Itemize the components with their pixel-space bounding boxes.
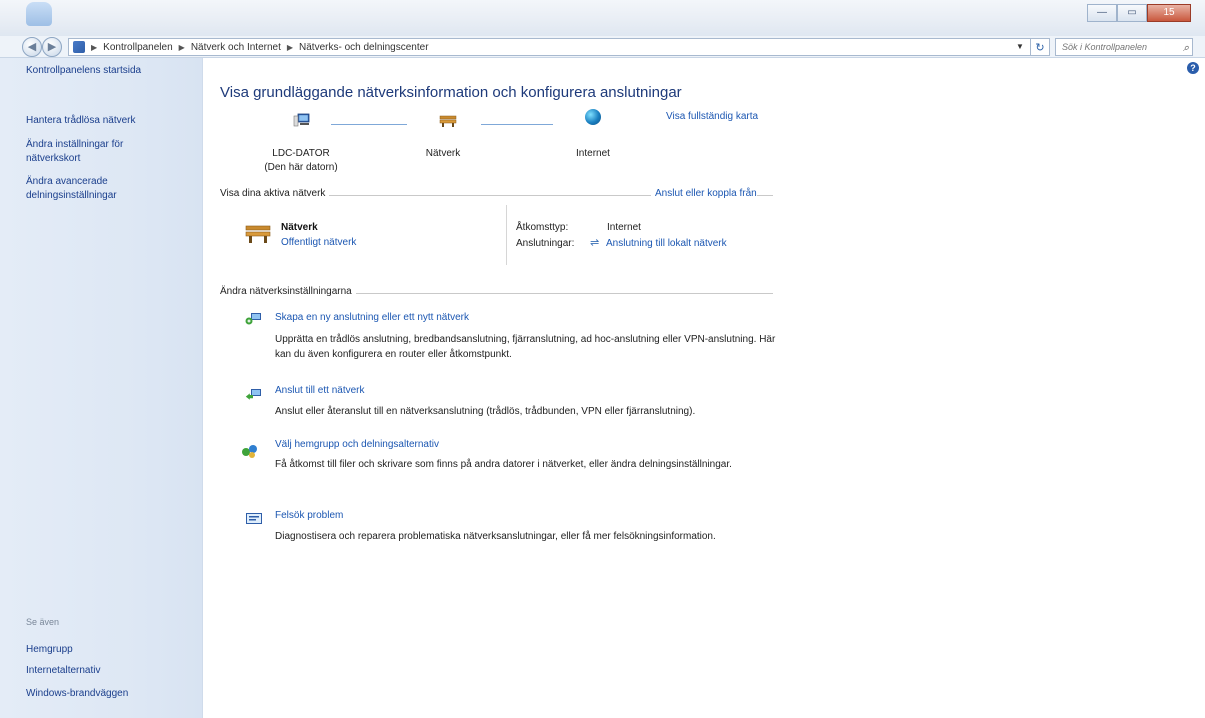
vertical-divider [506, 205, 507, 265]
ethernet-connection-icon: ⇌ [590, 237, 600, 249]
active-network-name: Nätverk [281, 222, 318, 233]
troubleshoot-icon [246, 513, 262, 524]
network-bench-icon [245, 225, 271, 243]
sidebar-item-home[interactable]: Kontrollpanelens startsida [26, 64, 186, 78]
internet-globe-icon [585, 109, 601, 125]
computer-subtitle: (Den här datorn) [264, 162, 338, 173]
close-button[interactable]: 15 [1147, 4, 1191, 22]
window-controls: — ▭ 15 [1087, 4, 1191, 24]
sidebar: Kontrollpanelens startsida Hantera trådl… [0, 58, 203, 718]
title-bar: — ▭ 15 [0, 0, 1205, 36]
sidebar-item-firewall[interactable]: Windows-brandväggen [26, 687, 186, 701]
search-box[interactable]: ⌕ [1055, 38, 1193, 56]
map-connector-line [331, 124, 407, 125]
breadcrumb-network-sharing-center[interactable]: Nätverks- och delningscenter [299, 42, 429, 53]
search-icon[interactable]: ⌕ [1183, 40, 1189, 56]
map-connector-line [481, 124, 553, 125]
active-networks-heading: Visa dina aktiva nätverk [220, 188, 330, 199]
sidebar-item-homegroup[interactable]: Hemgrupp [26, 643, 186, 657]
see-also-title: Se även [26, 617, 60, 627]
computer-icon [293, 113, 310, 127]
search-input[interactable] [1062, 42, 1172, 52]
network-bench-icon [439, 115, 457, 127]
new-connection-icon [245, 313, 261, 325]
main-content: ? Visa grundläggande nätverksinformation… [203, 58, 1205, 718]
maximize-button[interactable]: ▭ [1117, 4, 1147, 22]
task-create-connection-link[interactable]: Skapa en ny anslutning eller ett nytt nä… [275, 312, 469, 323]
forward-button[interactable]: ▶ [42, 37, 62, 57]
network-type-link[interactable]: Offentligt nätverk [281, 237, 356, 248]
task-create-connection-desc: Upprätta en trådlös anslutning, bredband… [275, 334, 776, 360]
full-map-link[interactable]: Visa fullständig karta [666, 111, 758, 122]
task-homegroup-link[interactable]: Välj hemgrupp och delningsalternativ [275, 439, 439, 450]
refresh-icon[interactable]: ↻ [1030, 38, 1050, 56]
chevron-right-icon: ▶ [286, 42, 294, 52]
access-type-value: Internet [607, 222, 641, 233]
connect-disconnect-link[interactable]: Anslut eller koppla från [651, 188, 757, 199]
homegroup-icon [242, 445, 257, 458]
control-panel-icon [73, 41, 85, 53]
sidebar-item-wireless[interactable]: Hantera trådlösa nätverk [26, 114, 186, 128]
back-button[interactable]: ◀ [22, 37, 42, 57]
chevron-right-icon: ▶ [91, 42, 98, 52]
sidebar-item-advanced-sharing[interactable]: Ändra avancerade delningsinställningar [26, 175, 156, 203]
map-node-network[interactable]: Nätverk [408, 148, 478, 159]
task-troubleshoot-link[interactable]: Felsök problem [275, 510, 343, 521]
breadcrumb-network-internet[interactable]: Nätverk och Internet [191, 42, 281, 53]
connections-label: Anslutningar: [516, 238, 575, 249]
sidebar-item-internet-options[interactable]: Internetalternativ [26, 664, 186, 678]
local-connection-link[interactable]: Anslutning till lokalt nätverk [606, 238, 727, 249]
map-node-computer[interactable]: LDC-DATOR (Den här datorn) [251, 148, 351, 173]
change-settings-heading: Ändra nätverksinställningarna [220, 286, 356, 297]
task-homegroup-desc: Få åtkomst till filer och skrivare som f… [275, 459, 732, 470]
connect-network-icon [245, 389, 261, 400]
minimize-button[interactable]: — [1087, 4, 1117, 22]
sidebar-item-adapter-settings[interactable]: Ändra inställningar för nätverkskort [26, 138, 156, 166]
task-troubleshoot-desc: Diagnostisera och reparera problematiska… [275, 531, 716, 542]
computer-name: LDC-DATOR [272, 148, 330, 159]
address-bar[interactable]: ▶ Kontrollpanelen ▶ Nätverk och Internet… [68, 38, 1038, 56]
chevron-right-icon: ▶ [178, 42, 185, 52]
address-dropdown-icon[interactable]: ▼ [1013, 38, 1027, 56]
address-bar-row: ◀ ▶ ▶ Kontrollpanelen ▶ Nätverk och Inte… [0, 36, 1205, 58]
map-node-internet[interactable]: Internet [558, 148, 628, 159]
window-glass-icon [26, 2, 52, 26]
task-connect-network-desc: Anslut eller återanslut till en nätverks… [275, 406, 696, 417]
help-icon[interactable]: ? [1187, 62, 1199, 74]
page-title: Visa grundläggande nätverksinformation o… [220, 84, 682, 101]
task-connect-network-link[interactable]: Anslut till ett nätverk [275, 385, 364, 396]
breadcrumb-control-panel[interactable]: Kontrollpanelen [103, 42, 173, 53]
access-type-label: Åtkomsttyp: [516, 222, 569, 233]
